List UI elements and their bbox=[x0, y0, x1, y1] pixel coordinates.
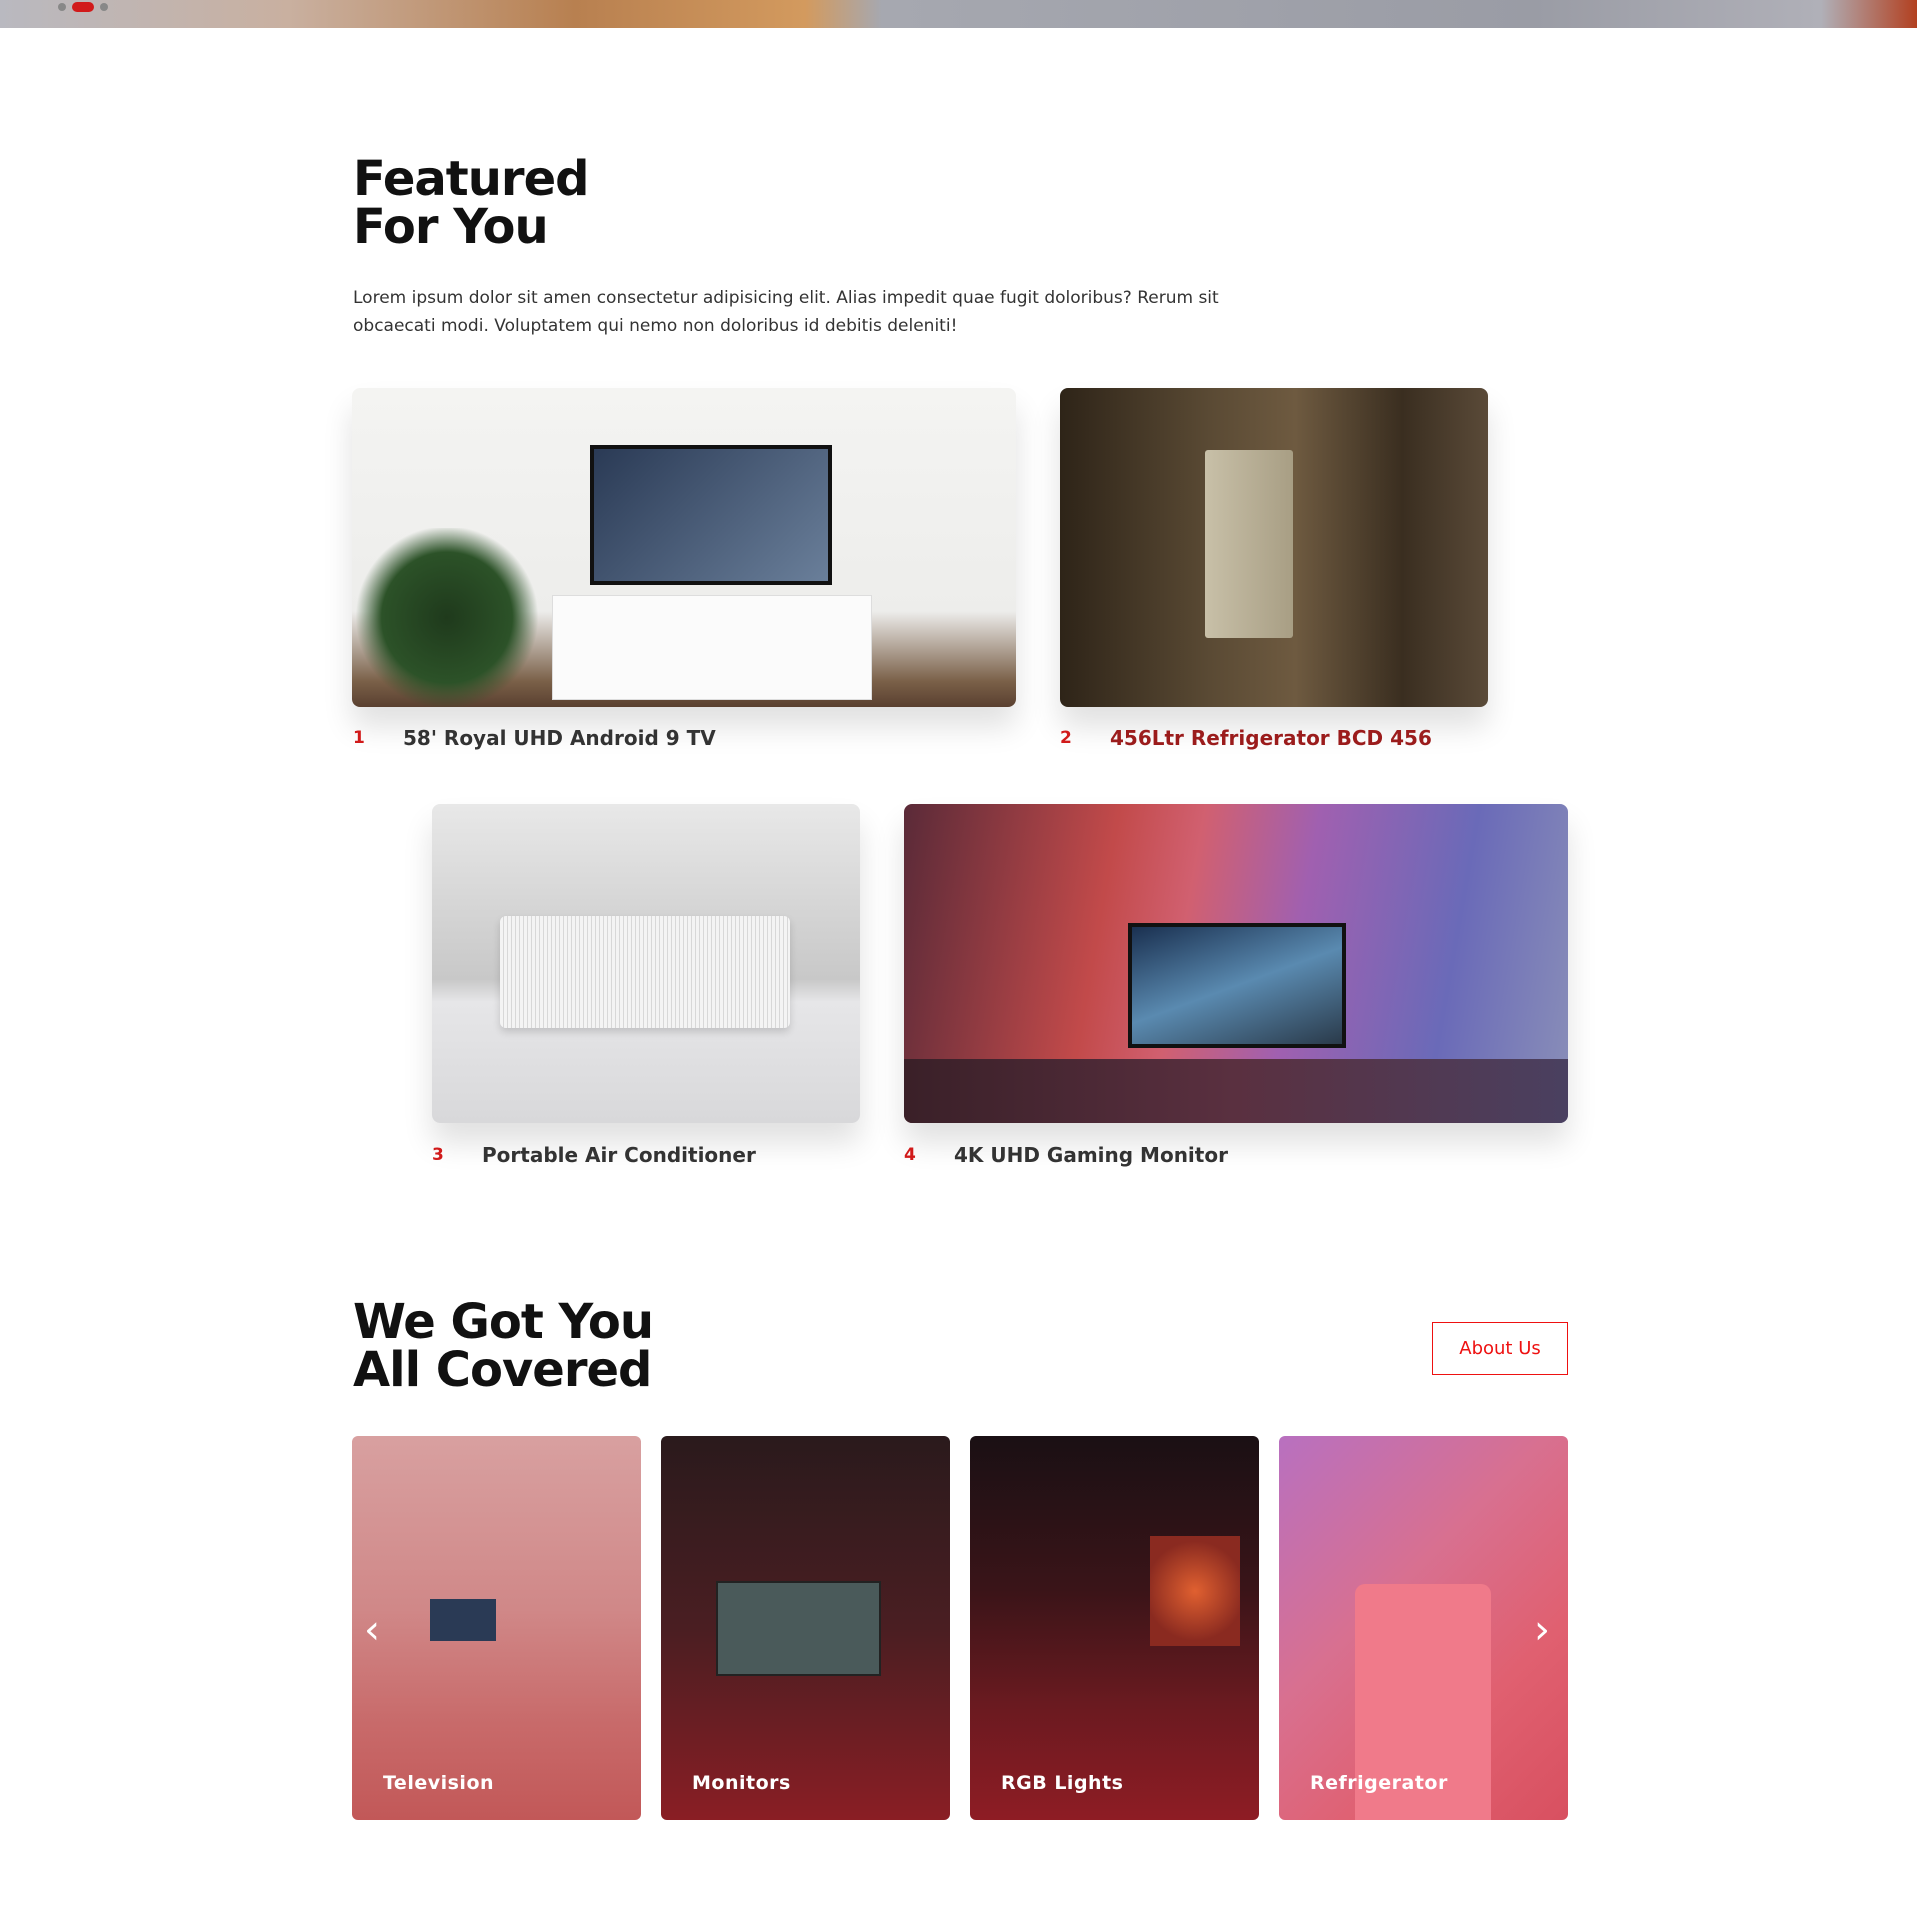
about-us-button[interactable]: About Us bbox=[1432, 1322, 1568, 1375]
category-label: RGB Lights bbox=[1001, 1772, 1124, 1794]
product-image-gaming-monitor[interactable] bbox=[904, 804, 1568, 1123]
category-label: Television bbox=[383, 1772, 495, 1794]
carousel-dot[interactable] bbox=[58, 3, 66, 11]
covered-title: We Got You All Covered bbox=[353, 1294, 654, 1398]
carousel-next-icon[interactable]: › bbox=[1534, 1610, 1550, 1650]
carousel-dot-active[interactable] bbox=[72, 2, 94, 12]
product-image-refrigerator[interactable] bbox=[1060, 388, 1488, 707]
category-card-rgb-lights[interactable]: RGB Lights bbox=[970, 1436, 1259, 1820]
category-label: Refrigerator bbox=[1310, 1772, 1448, 1794]
carousel-dot[interactable] bbox=[100, 3, 108, 11]
product-title-4[interactable]: 4 4K UHD Gaming Monitor bbox=[904, 1143, 1228, 1167]
product-title-1[interactable]: 1 58' Royal UHD Android 9 TV bbox=[353, 726, 716, 750]
category-label: Monitors bbox=[692, 1772, 791, 1794]
product-title-2[interactable]: 2 456Ltr Refrigerator BCD 456 bbox=[1060, 726, 1432, 750]
product-image-air-conditioner[interactable] bbox=[432, 804, 860, 1123]
category-card-television[interactable]: Television bbox=[352, 1436, 641, 1820]
carousel-dots bbox=[58, 2, 108, 12]
featured-title: Featured For You bbox=[353, 151, 589, 255]
featured-description: Lorem ipsum dolor sit amen consectetur a… bbox=[353, 288, 1219, 336]
carousel-prev-icon[interactable]: ‹ bbox=[364, 1610, 380, 1650]
category-card-monitors[interactable]: Monitors bbox=[661, 1436, 950, 1820]
product-image-tv[interactable] bbox=[352, 388, 1016, 707]
category-card-refrigerator[interactable]: Refrigerator bbox=[1279, 1436, 1568, 1820]
hero-carousel-bottom bbox=[0, 0, 1917, 28]
product-title-3[interactable]: 3 Portable Air Conditioner bbox=[432, 1143, 756, 1167]
